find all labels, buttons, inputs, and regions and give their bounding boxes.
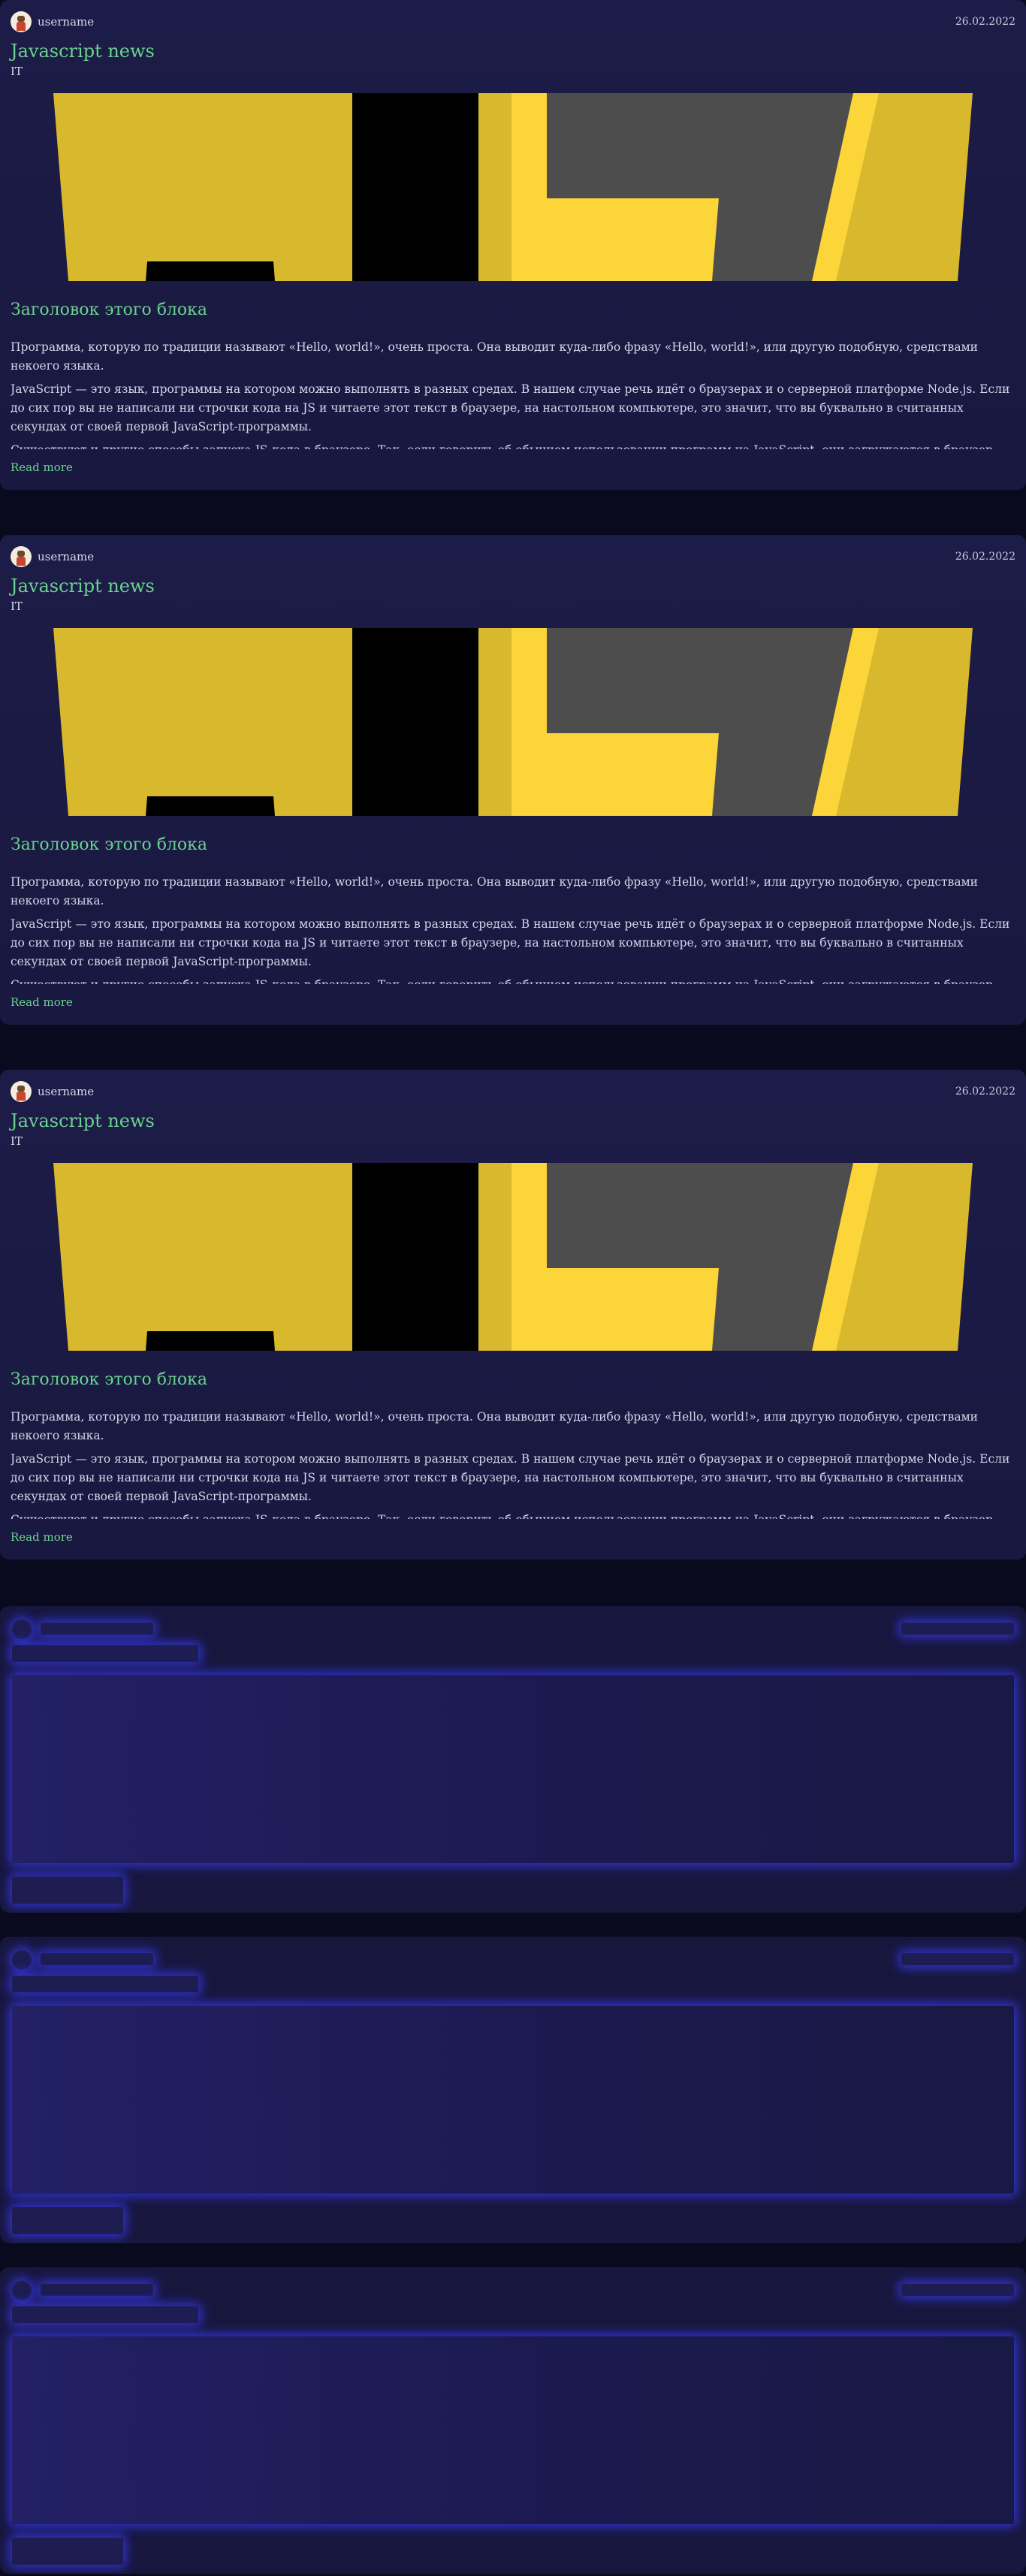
skeleton-image: [12, 2336, 1014, 2524]
skeleton-image: [12, 2006, 1014, 2194]
category-label: IT: [11, 65, 23, 78]
username[interactable]: username: [38, 1085, 94, 1098]
article-paragraph: Существуют и другие способы запуска JS-к…: [11, 1511, 1015, 1519]
post-date: 26.02.2022: [955, 551, 1015, 563]
skeleton-read-more: [12, 2207, 123, 2234]
article-text: Программа, которую по традиции называют …: [11, 338, 1015, 449]
card-header: username 26.02.2022: [11, 545, 1015, 568]
article-paragraph: JavaScript — это язык, программы на кото…: [11, 382, 1010, 433]
card-header: username 26.02.2022: [11, 11, 1015, 33]
category-label: IT: [11, 599, 23, 613]
skeleton-card: [0, 1937, 1026, 2243]
javascript-logo-image: [53, 628, 973, 816]
javascript-logo-image: [53, 93, 973, 281]
category-label: IT: [11, 1134, 23, 1148]
article-paragraph: JavaScript — это язык, программы на кото…: [11, 917, 1010, 968]
read-more-link[interactable]: Read more: [11, 461, 73, 474]
skeleton-avatar: [12, 1950, 32, 1970]
article-text: Программа, которую по традиции называют …: [11, 1408, 1015, 1519]
skeleton-read-more: [12, 2538, 123, 2565]
article-paragraph: Программа, которую по традиции называют …: [11, 875, 978, 907]
article-paragraph: JavaScript — это язык, программы на кото…: [11, 1452, 1010, 1503]
post-date: 26.02.2022: [955, 16, 1015, 28]
skeleton-avatar: [12, 1620, 32, 1639]
user-info[interactable]: username: [11, 1081, 94, 1102]
skeleton-card: [0, 1606, 1026, 1913]
news-title[interactable]: Javascript news: [11, 1110, 155, 1131]
read-more-link[interactable]: Read more: [11, 995, 73, 1009]
skeleton-date: [901, 1953, 1014, 1965]
news-card: username 26.02.2022 Javascript news IT З…: [0, 1070, 1026, 1560]
skeleton-image: [12, 1675, 1014, 1863]
username[interactable]: username: [38, 550, 94, 563]
skeleton-avatar: [12, 2281, 32, 2300]
news-title[interactable]: Javascript news: [11, 575, 155, 596]
skeleton-title: [12, 1645, 198, 1662]
skeleton-date: [901, 2284, 1014, 2296]
skeleton-username: [41, 2284, 153, 2296]
card-header: username 26.02.2022: [11, 1080, 1015, 1103]
news-card: username 26.02.2022 Javascript news IT З…: [0, 0, 1026, 490]
skeleton-username: [41, 1623, 153, 1635]
article-paragraph: Существуют и другие способы запуска JS-к…: [11, 976, 1015, 984]
article-paragraph: Существуют и другие способы запуска JS-к…: [11, 441, 1015, 449]
block-title: Заголовок этого блока: [11, 835, 208, 854]
news-title[interactable]: Javascript news: [11, 41, 155, 62]
skeleton-username: [41, 1953, 153, 1965]
user-avatar-icon[interactable]: [11, 546, 32, 567]
user-avatar-icon[interactable]: [11, 1081, 32, 1102]
user-info[interactable]: username: [11, 11, 94, 32]
skeleton-title: [12, 1976, 198, 1992]
block-title: Заголовок этого блока: [11, 1370, 208, 1389]
user-info[interactable]: username: [11, 546, 94, 567]
skeleton-card: [0, 2267, 1026, 2574]
article-paragraph: Программа, которую по традиции называют …: [11, 340, 978, 373]
article-text: Программа, которую по традиции называют …: [11, 873, 1015, 984]
news-card: username 26.02.2022 Javascript news IT З…: [0, 535, 1026, 1025]
article-paragraph: Программа, которую по традиции называют …: [11, 1410, 978, 1442]
javascript-logo-image: [53, 1163, 973, 1351]
skeleton-date: [901, 1623, 1014, 1635]
user-avatar-icon[interactable]: [11, 11, 32, 32]
read-more-link[interactable]: Read more: [11, 1530, 73, 1544]
block-title: Заголовок этого блока: [11, 300, 208, 319]
username[interactable]: username: [38, 15, 94, 29]
skeleton-title: [12, 2306, 198, 2323]
post-date: 26.02.2022: [955, 1086, 1015, 1098]
skeleton-read-more: [12, 1877, 123, 1904]
